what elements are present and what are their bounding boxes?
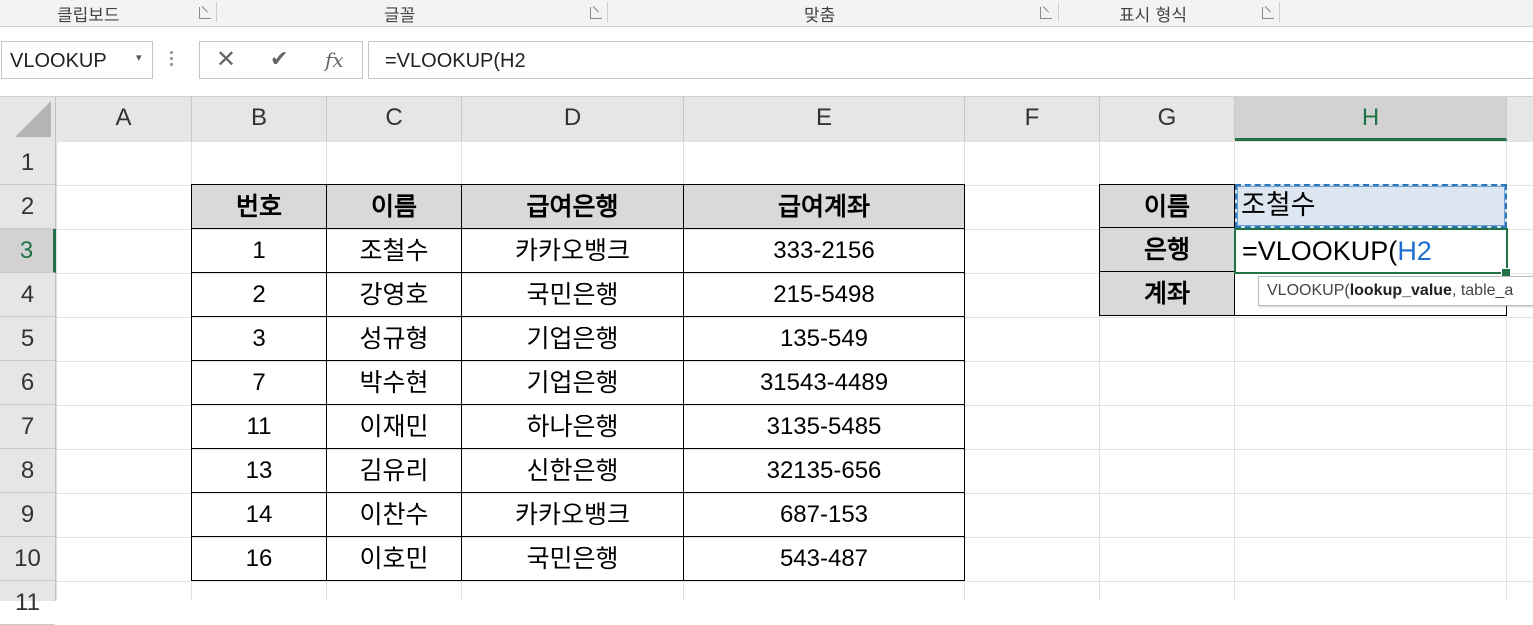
table-cell-bank[interactable]: 하나은행 (462, 405, 684, 449)
column-header-c[interactable]: C (327, 97, 462, 141)
drag-handle-icon[interactable] (170, 51, 174, 69)
table-cell-account[interactable]: 3135-5485 (684, 405, 965, 449)
row-headers: 1 2 3 4 5 6 7 8 9 10 11 (0, 141, 56, 625)
table-cell-number[interactable]: 1 (192, 229, 327, 273)
table-cell-number[interactable]: 3 (192, 317, 327, 361)
ribbon-group-label: 클립보드 (57, 6, 120, 26)
column-headers: A B C D E F G H (0, 96, 1533, 142)
name-box-value: VLOOKUP (10, 50, 107, 72)
column-header-f[interactable]: F (965, 97, 1100, 141)
row-header-1[interactable]: 1 (0, 141, 55, 185)
column-header-g[interactable]: G (1100, 97, 1235, 141)
table-header-cell[interactable]: 급여은행 (462, 185, 684, 229)
function-tooltip[interactable]: VLOOKUP(lookup_value, table_a (1258, 276, 1533, 306)
table-cell-name[interactable]: 강영호 (327, 273, 462, 317)
table-cell-bank[interactable]: 카카오뱅크 (462, 229, 684, 273)
lookup-label-cell[interactable]: 은행 (1099, 228, 1235, 272)
column-header-a[interactable]: A (56, 97, 192, 141)
row-header-10[interactable]: 10 (0, 537, 55, 581)
formula-prefix: =VLOOKUP( (1242, 236, 1398, 266)
table-header-cell[interactable]: 급여계좌 (684, 185, 965, 229)
name-box[interactable]: VLOOKUP ▾ (1, 41, 153, 79)
table-cell-account[interactable]: 215-5498 (684, 273, 965, 317)
lookup-label-cell[interactable]: 이름 (1099, 184, 1235, 228)
dialog-launcher-icon[interactable] (1262, 7, 1274, 19)
table-cell-name[interactable]: 성규형 (327, 317, 462, 361)
row-header-3[interactable]: 3 (0, 229, 56, 273)
table-cell-account[interactable]: 543-487 (684, 537, 965, 581)
table-cell-number[interactable]: 2 (192, 273, 327, 317)
table-cell-number[interactable]: 7 (192, 361, 327, 405)
cell-h2[interactable]: 조철수 (1235, 184, 1507, 228)
cell-h3-editing[interactable]: =VLOOKUP(H2 (1234, 228, 1508, 274)
table-cell-name[interactable]: 김유리 (327, 449, 462, 493)
table-cell-bank[interactable]: 카카오뱅크 (462, 493, 684, 537)
table-cell-bank[interactable]: 기업은행 (462, 317, 684, 361)
ribbon-group-number-format: 표시 형식 (1059, 0, 1279, 26)
tooltip-function: VLOOKUP( (1267, 282, 1350, 299)
ribbon-group-alignment: 맞춤 (608, 0, 1058, 26)
ribbon-group-label: 맞춤 (804, 6, 836, 26)
table-cell-name[interactable]: 이호민 (327, 537, 462, 581)
table-cell-name[interactable]: 이찬수 (327, 493, 462, 537)
row-header-4[interactable]: 4 (0, 273, 55, 317)
column-header-d[interactable]: D (462, 97, 684, 141)
table-cell-name[interactable]: 박수현 (327, 361, 462, 405)
dialog-launcher-icon[interactable] (199, 7, 211, 19)
table-cell-account[interactable]: 333-2156 (684, 229, 965, 273)
row-header-9[interactable]: 9 (0, 493, 55, 537)
table-cell-number[interactable]: 14 (192, 493, 327, 537)
ribbon-group-label: 글꼴 (384, 6, 416, 26)
table-cell-account[interactable]: 687-153 (684, 493, 965, 537)
dialog-launcher-icon[interactable] (590, 7, 602, 19)
cell-reference: H2 (1397, 236, 1432, 266)
table-cell-account[interactable]: 31543-4489 (684, 361, 965, 405)
table-cell-number[interactable]: 11 (192, 405, 327, 449)
row-header-6[interactable]: 6 (0, 361, 55, 405)
table-cell-name[interactable]: 이재민 (327, 405, 462, 449)
column-header-e[interactable]: E (684, 97, 965, 141)
ribbon-group-bar: 클립보드 글꼴 맞춤 표시 형식 (0, 0, 1533, 27)
salary-table: 번호 이름 급여은행 급여계좌 1 조철수 카카오뱅크 333-2156 2 강영호 국민은행 215… (191, 184, 965, 581)
table-cell-bank[interactable]: 신한은행 (462, 449, 684, 493)
row-header-5[interactable]: 5 (0, 317, 55, 361)
table-header-cell[interactable]: 이름 (327, 185, 462, 229)
row-header-8[interactable]: 8 (0, 449, 55, 493)
ribbon-separator (1279, 2, 1280, 22)
table-cell-account[interactable]: 32135-656 (684, 449, 965, 493)
lookup-label-cell[interactable]: 계좌 (1099, 272, 1235, 316)
table-cell-bank[interactable]: 기업은행 (462, 361, 684, 405)
formula-text: =VLOOKUP(H2 (385, 50, 526, 72)
tooltip-current-arg[interactable]: lookup_value (1350, 282, 1452, 299)
formula-input[interactable]: =VLOOKUP(H2 (368, 41, 1533, 79)
row-header-2[interactable]: 2 (0, 185, 55, 229)
row-header-11[interactable]: 11 (0, 581, 55, 625)
ribbon-group-label: 표시 형식 (1119, 6, 1187, 26)
table-cell-account[interactable]: 135-549 (684, 317, 965, 361)
check-icon[interactable]: ✔ (270, 47, 288, 72)
ribbon-group-font: 글꼴 (217, 0, 607, 26)
insert-function-icon[interactable]: fx (325, 48, 344, 72)
table-cell-bank[interactable]: 국민은행 (462, 273, 684, 317)
table-header-cell[interactable]: 번호 (192, 185, 327, 229)
select-all-button[interactable] (0, 97, 56, 141)
table-cell-name[interactable]: 조철수 (327, 229, 462, 273)
column-header-b[interactable]: B (192, 97, 327, 141)
cancel-icon[interactable]: ✕ (216, 45, 236, 73)
table-cell-number[interactable]: 13 (192, 449, 327, 493)
formula-buttons: ✕ ✔ fx (199, 41, 363, 79)
column-header-h[interactable]: H (1235, 97, 1507, 141)
table-cell-bank[interactable]: 국민은행 (462, 537, 684, 581)
ribbon-group-clipboard: 클립보드 (0, 0, 216, 26)
tooltip-rest: , table_a (1451, 282, 1514, 299)
table-cell-number[interactable]: 16 (192, 537, 327, 581)
formula-bar: VLOOKUP ▾ ✕ ✔ fx =VLOOKUP(H2 (0, 27, 1533, 95)
dialog-launcher-icon[interactable] (1040, 7, 1052, 19)
chevron-down-icon[interactable]: ▾ (136, 51, 142, 64)
row-header-7[interactable]: 7 (0, 405, 55, 449)
